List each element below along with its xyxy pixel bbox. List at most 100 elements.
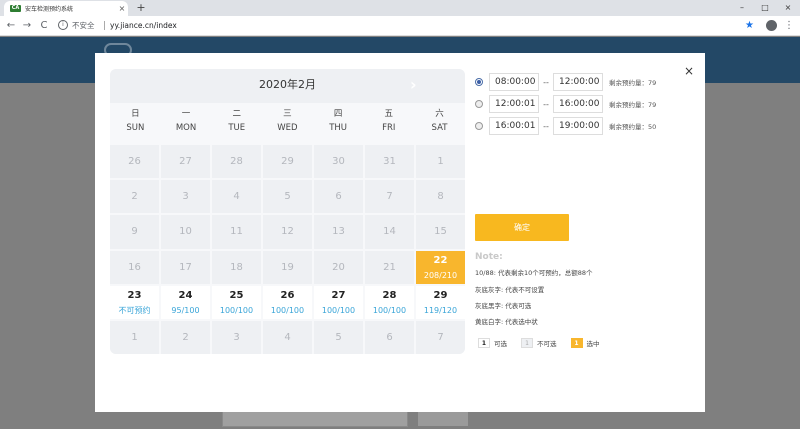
day-number: 21: [383, 261, 396, 273]
time-slot[interactable]: 12:00:01 -- 16:00:00 剩余预约量：79: [475, 95, 656, 113]
day-number: 24: [178, 289, 193, 301]
calendar-day[interactable]: 28 100/100: [365, 285, 414, 319]
slot-radio[interactable]: [475, 100, 483, 108]
slot-remaining: 剩余预约量：79: [609, 79, 657, 87]
day-number: 30: [332, 156, 345, 168]
time-slot[interactable]: 08:00:00 -- 12:00:00 剩余预约量：79: [475, 73, 656, 91]
weekday-header: 六 SAT: [414, 107, 465, 141]
day-quota: 119/120: [423, 305, 458, 315]
legend-swatch-available: 1: [478, 338, 490, 348]
note-title: Note:: [475, 252, 503, 262]
calendar-day[interactable]: 22 208/210: [416, 250, 465, 284]
next-month-icon[interactable]: ›: [410, 74, 417, 96]
window-close-icon[interactable]: ×: [778, 2, 798, 14]
maximize-icon[interactable]: □: [755, 2, 775, 14]
calendar-day: 8: [416, 180, 465, 214]
day-quota: 100/100: [372, 305, 407, 315]
weekday-en: MON: [175, 123, 197, 133]
calendar-day: 1: [416, 145, 465, 179]
weekday-en: SAT: [431, 123, 448, 133]
weekday-en: THU: [329, 123, 347, 133]
day-number: 16: [128, 261, 141, 273]
slot-start-time: 12:00:01: [489, 95, 539, 113]
day-number: 4: [233, 191, 240, 203]
slot-radio[interactable]: [475, 78, 483, 86]
calendar-header: 2020年2月 ›: [110, 69, 465, 103]
calendar-day: 6: [314, 180, 363, 214]
slot-separator: --: [543, 77, 549, 87]
address-divider: [104, 21, 105, 30]
new-tab-button[interactable]: +: [135, 1, 147, 15]
calendar-day: 5: [263, 180, 312, 214]
browser-tab[interactable]: CA 安车检测预约系统 ×: [4, 1, 128, 16]
calendar-day: 7: [365, 180, 414, 214]
minimize-icon[interactable]: –: [732, 2, 752, 14]
day-number: 7: [437, 331, 444, 343]
day-number: 31: [383, 156, 396, 168]
day-number: 2: [182, 331, 189, 343]
weekday-header: 五 FRI: [363, 107, 414, 141]
day-number: 29: [281, 156, 294, 168]
calendar-day: 13: [314, 215, 363, 249]
calendar-day: 15: [416, 215, 465, 249]
bookmark-star-icon[interactable]: ★: [745, 19, 754, 33]
weekday-header: 三 WED: [262, 107, 313, 141]
calendar-day: 11: [212, 215, 261, 249]
weekday-zh: 六: [435, 109, 444, 119]
weekday-zh: 一: [181, 109, 191, 119]
calendar-day: 30: [314, 145, 363, 179]
calendar-day: 18: [212, 250, 261, 284]
calendar-day[interactable]: 29 119/120: [416, 285, 465, 319]
close-icon[interactable]: ×: [116, 1, 128, 16]
calendar-day: 12: [263, 215, 312, 249]
calendar-day: 2: [161, 320, 210, 354]
slot-end-time: 12:00:00: [553, 73, 603, 91]
weekday-header: 二 TUE: [211, 107, 262, 141]
day-number: 18: [230, 261, 243, 273]
day-number: 15: [434, 226, 447, 238]
slot-radio[interactable]: [475, 122, 483, 130]
weekday-header: 一 MON: [161, 107, 212, 141]
weekday-zh: 二: [232, 109, 241, 119]
forward-arrow-icon[interactable]: →: [20, 18, 34, 34]
calendar-day: 6: [365, 320, 414, 354]
legend-label: 可选: [494, 340, 507, 348]
calendar-day: 4: [212, 180, 261, 214]
day-number: 26: [128, 156, 141, 168]
address-bar[interactable]: yy.jiance.cn/index: [110, 20, 177, 31]
confirm-button[interactable]: 确定: [475, 214, 569, 241]
day-number: 3: [233, 331, 240, 343]
day-number: 12: [281, 226, 294, 238]
day-number: 17: [179, 261, 192, 273]
calendar-day[interactable]: 25 100/100: [212, 285, 261, 319]
day-number: 20: [332, 261, 345, 273]
day-number: 1: [437, 156, 444, 168]
time-slot[interactable]: 16:00:01 -- 19:00:00 剩余预约量：50: [475, 117, 656, 135]
browser-menu-icon[interactable]: ⋮: [784, 19, 794, 33]
note-line: 灰底黑字: 代表可选: [475, 302, 532, 310]
calendar-day[interactable]: 23 不可预约: [110, 285, 159, 319]
calendar-day: 26: [110, 145, 159, 179]
calendar-day[interactable]: 26 100/100: [263, 285, 312, 319]
day-number: 10: [179, 226, 192, 238]
calendar-day[interactable]: 24 95/100: [161, 285, 210, 319]
calendar-day: 10: [161, 215, 210, 249]
day-quota: 95/100: [171, 305, 200, 315]
calendar-day: 3: [161, 180, 210, 214]
day-number: 6: [386, 331, 393, 343]
day-number: 14: [383, 226, 396, 238]
calendar-day: 28: [212, 145, 261, 179]
info-icon[interactable]: i: [58, 20, 68, 30]
account-avatar-icon[interactable]: [766, 20, 777, 31]
back-arrow-icon[interactable]: ←: [4, 18, 18, 34]
day-number: 22: [433, 254, 448, 266]
tab-title: 安车检测预约系统: [25, 6, 74, 13]
modal-close-icon[interactable]: ×: [684, 65, 694, 77]
day-number: 28: [230, 156, 243, 168]
calendar-day[interactable]: 27 100/100: [314, 285, 363, 319]
calendar-day: 14: [365, 215, 414, 249]
reload-icon[interactable]: C: [37, 18, 51, 34]
day-number: 27: [331, 289, 346, 301]
legend-label: 不可选: [537, 340, 557, 348]
day-number: 11: [230, 226, 243, 238]
